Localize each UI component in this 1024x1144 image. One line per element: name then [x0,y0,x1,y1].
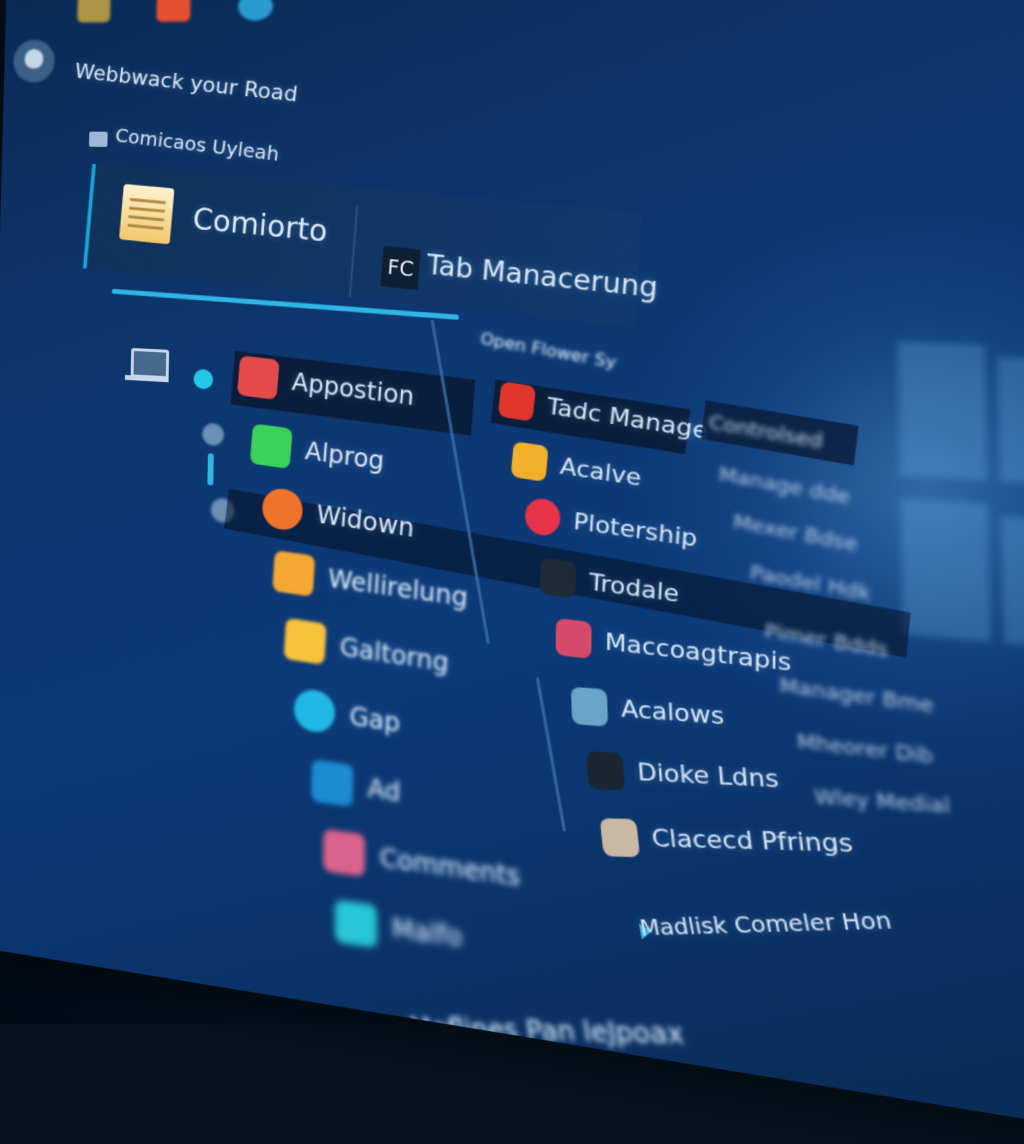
middle-item[interactable]: Clacecd Pfrings [599,818,855,863]
red-tile-icon [497,381,537,422]
screen: Webbwack your Road Comicaos Uyleah Comio… [0,0,1024,1144]
left-item-label: Gap [348,701,401,739]
middle-item-label: Dioke Ldns [636,758,780,794]
left-item-label: Widown [315,500,416,544]
person-icon [599,818,641,858]
dark-grid-icon [539,557,577,599]
pink-frame-icon [555,618,592,659]
left-item[interactable]: Malfo [334,899,463,960]
page-title: Webbwack your Road [73,59,300,108]
middle-item[interactable]: Acalows [570,686,725,736]
middle-item[interactable]: Trodale [539,557,680,612]
top-app-icon[interactable] [237,0,274,21]
left-item[interactable]: Alprog [249,423,386,482]
status-dot [193,368,214,390]
teal-app-icon [334,899,378,949]
red-dot-icon [523,496,562,538]
right-column-item[interactable]: Manage dde [717,463,851,510]
tab-manager[interactable]: Tab Manacerung [426,250,659,304]
left-item[interactable]: Comments [323,828,521,899]
blue-square-icon [311,759,354,808]
top-app-icon[interactable] [156,0,191,22]
right-column-item[interactable]: Manager Bme [779,674,934,718]
left-item-label: Comments [379,842,521,893]
red-app-icon [237,355,280,400]
left-item[interactable]: Galtorng [283,617,450,685]
section-label: Comicaos Uyleah [114,123,281,166]
column-divider [535,677,567,832]
windows-logo-watermark [897,341,1024,675]
photo-icon [272,550,316,597]
right-column-item[interactable]: Mexer Bdse [732,510,859,556]
right-column-item[interactable]: Wley Medial [814,785,951,819]
folder-icon [283,617,327,666]
left-item[interactable]: Gap [293,687,401,745]
chart-icon [510,441,549,482]
status-dot [202,422,225,447]
green-a-icon [249,423,293,469]
left-item[interactable]: Ad [311,759,401,814]
top-app-icons [77,0,274,23]
orange-circle-icon [260,486,305,533]
right-column-item[interactable]: Mheorer Dib [797,730,934,769]
tab-bar: Comiorto FC Tab Manacerung [82,163,659,328]
left-item-label: Galtorng [338,632,450,679]
left-item-label: Ad [367,773,401,808]
tab-divider [348,205,359,298]
left-item-label: Wellirelung [327,563,469,613]
middle-item[interactable]: Acalve [510,441,643,496]
cyan-circle-icon [293,687,336,735]
section-icon [88,131,108,147]
map-icon [570,686,609,727]
tab-comiorto[interactable]: Comiorto [191,202,328,249]
footer-text: Maflines Pan leJpoax [407,1012,686,1051]
middle-item-label: Trodale [588,568,680,608]
middle-column-header: Open Flower Sy [479,328,618,373]
avatar[interactable] [12,39,56,83]
top-app-icon[interactable] [77,0,111,23]
computer-icon [124,346,170,385]
tab-badge: FC [380,245,421,291]
footer-link[interactable]: Madlisk Comeler Hon [637,906,893,941]
left-item-label: Malfo [391,913,463,953]
notes-icon [119,183,175,245]
left-item-label: Alprog [303,436,386,476]
middle-item-label: Acalve [558,452,643,492]
middle-item-label: Acalows [620,695,725,731]
scroll-indicator [207,453,214,486]
middle-item-label: Tadc Manage [545,393,710,445]
wave-icon [586,751,626,791]
middle-item[interactable]: Dioke Ldns [586,751,780,799]
pink-app-icon [323,828,366,878]
middle-item-label: Plotership [572,508,699,553]
middle-item-label: Clacecd Pfrings [650,824,855,859]
